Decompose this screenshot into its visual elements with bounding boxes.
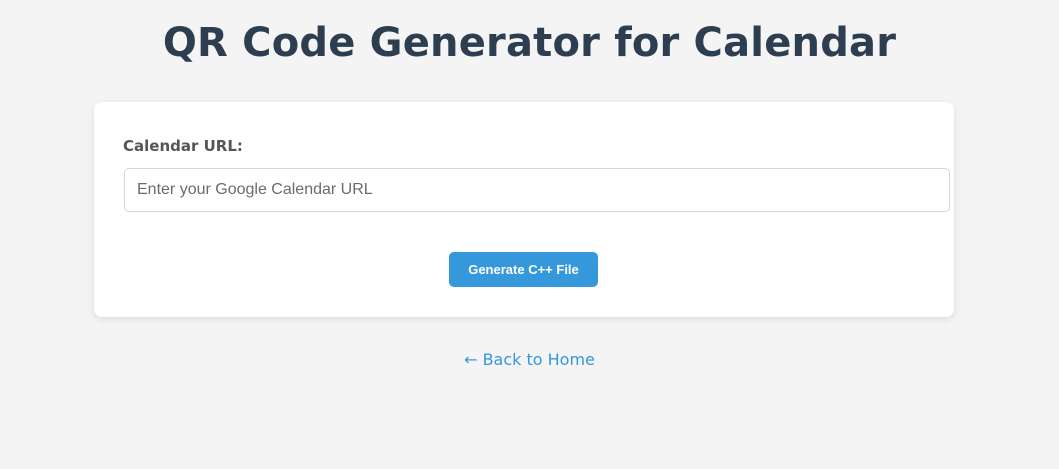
back-link-container: ← Back to Home [0,350,1059,369]
page: QR Code Generator for Calendar Calendar … [0,0,1059,469]
page-title: QR Code Generator for Calendar [162,20,897,66]
form-card: Calendar URL: Generate C++ File [94,102,954,317]
calendar-url-label: Calendar URL: [123,137,243,155]
generate-cpp-file-button[interactable]: Generate C++ File [449,252,598,287]
back-to-home-link[interactable]: ← Back to Home [464,350,595,369]
calendar-url-input[interactable] [124,168,950,212]
